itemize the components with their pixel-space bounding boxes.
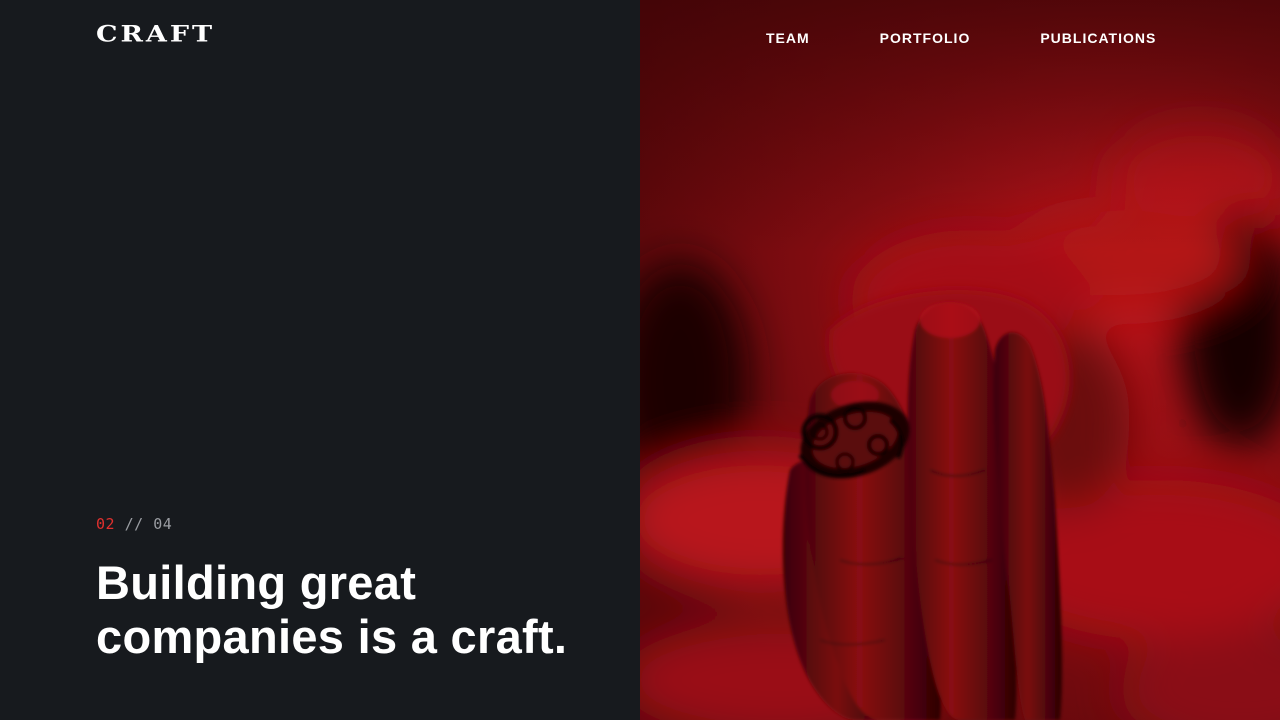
nav-item-publications[interactable]: PUBLICATIONS	[1040, 29, 1156, 47]
nav-item-portfolio[interactable]: PORTFOLIO	[880, 29, 971, 47]
hand-with-ring-photo	[640, 0, 1280, 720]
slide-counter: 02 // 04	[96, 514, 172, 534]
slide-counter-current: 02	[96, 515, 116, 533]
left-panel: CRAFT 02 // 04 Building great companies …	[0, 0, 640, 720]
main-nav: TEAM PORTFOLIO PUBLICATIONS	[766, 29, 1156, 47]
page: CRAFT 02 // 04 Building great companies …	[0, 0, 1280, 720]
craft-logo[interactable]: CRAFT	[96, 22, 215, 48]
nav-item-team[interactable]: TEAM	[766, 29, 810, 47]
hero-headline: Building great companies is a craft.	[96, 556, 568, 663]
slide-counter-total: 04	[153, 515, 173, 533]
slide-counter-separator: //	[115, 515, 154, 533]
hero-photo	[640, 0, 1280, 720]
